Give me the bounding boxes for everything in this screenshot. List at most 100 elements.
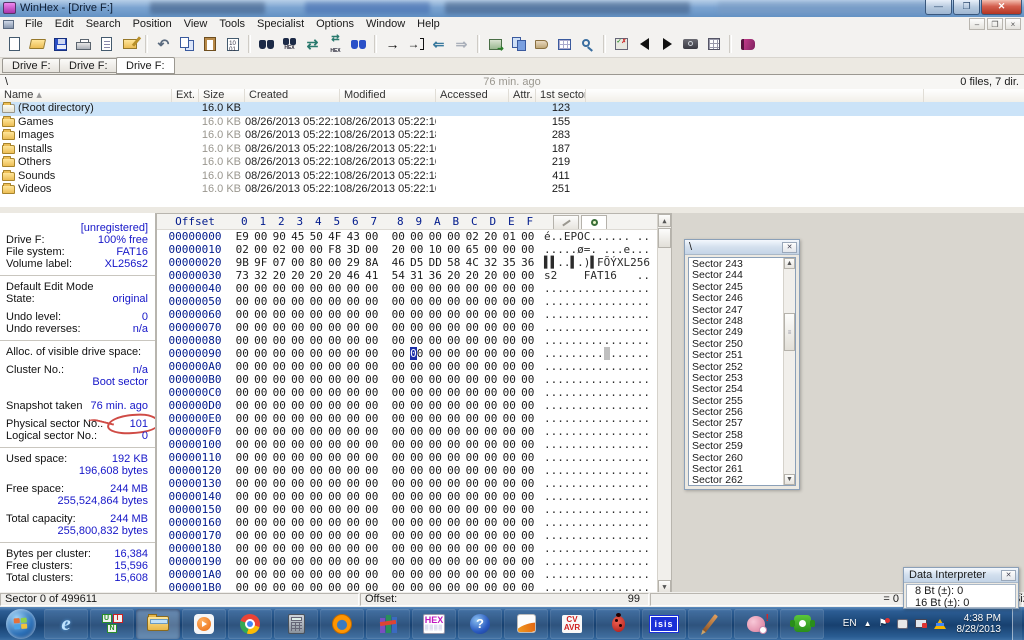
hex-byte[interactable]: 00	[408, 555, 427, 568]
hex-byte[interactable]: 00	[519, 373, 538, 386]
hex-byte[interactable]: 00	[500, 412, 519, 425]
taskbar-app-chrome[interactable]	[228, 608, 272, 639]
undo-icon[interactable]: ↶	[152, 34, 175, 55]
goto-sector-icon[interactable]: →	[404, 34, 427, 55]
view-data-icon[interactable]	[553, 34, 576, 55]
hex-byte[interactable]: 50	[307, 230, 326, 243]
hex-byte[interactable]: 00	[519, 425, 538, 438]
hex-byte[interactable]: 00	[482, 477, 501, 490]
hex-byte[interactable]: 00	[363, 438, 382, 451]
hex-byte[interactable]: 32	[482, 256, 501, 269]
hex-byte[interactable]: 00	[426, 490, 445, 503]
hex-byte[interactable]: 00	[482, 438, 501, 451]
hex-byte[interactable]: 00	[363, 308, 382, 321]
hex-byte[interactable]: 00	[270, 568, 289, 581]
hex-byte[interactable]: 00	[408, 464, 427, 477]
hex-byte[interactable]: 00	[289, 321, 308, 334]
hex-byte[interactable]: 00	[344, 568, 363, 581]
hex-byte[interactable]: 00	[500, 282, 519, 295]
hex-byte[interactable]: 00	[252, 516, 271, 529]
hex-byte[interactable]: 00	[426, 230, 445, 243]
hex-byte[interactable]: 00	[252, 529, 271, 542]
hex-byte[interactable]: 00	[326, 347, 345, 360]
hex-byte[interactable]: 02	[233, 243, 252, 256]
hex-byte[interactable]: 00	[270, 412, 289, 425]
hex-byte[interactable]: 00	[270, 282, 289, 295]
hex-ascii[interactable]: ................	[544, 295, 650, 308]
hex-byte[interactable]: 00	[445, 347, 464, 360]
taskbar-app-internet-explorer[interactable]: e	[44, 608, 88, 639]
taskbar-app-codevision-avr[interactable]: CV AVR	[550, 608, 594, 639]
hex-ascii[interactable]: s2 FAT16 ..	[544, 269, 650, 282]
hex-byte[interactable]: 00	[426, 503, 445, 516]
hex-ascii[interactable]: ................	[544, 451, 650, 464]
hex-byte[interactable]: 00	[426, 347, 445, 360]
menu-tools[interactable]: Tools	[213, 18, 251, 30]
hex-byte[interactable]: 46	[344, 269, 363, 282]
hex-byte[interactable]: 00	[233, 568, 252, 581]
hex-ascii[interactable]: .....ø=. ...e...	[544, 243, 650, 256]
hex-byte[interactable]: 00	[389, 373, 408, 386]
hex-byte[interactable]: 00	[326, 321, 345, 334]
hex-byte[interactable]: 00	[233, 555, 252, 568]
taskbar-app-help-viewer[interactable]: ?	[458, 608, 502, 639]
hex-byte[interactable]: 00	[307, 295, 326, 308]
hex-byte[interactable]: 00	[252, 321, 271, 334]
hex-byte[interactable]: 00	[363, 373, 382, 386]
show-desktop-button[interactable]	[1012, 607, 1022, 640]
hex-byte[interactable]: 00	[270, 347, 289, 360]
open-disk-icon[interactable]: ➜	[484, 34, 507, 55]
hex-byte[interactable]: 00	[389, 386, 408, 399]
hex-ascii[interactable]: ................	[544, 490, 650, 503]
hex-byte[interactable]: 00	[344, 451, 363, 464]
tab-drive-f-0[interactable]: Drive F:	[2, 58, 61, 73]
hex-byte[interactable]: 00	[389, 321, 408, 334]
hex-byte[interactable]: 00	[426, 477, 445, 490]
hex-byte[interactable]: 00	[445, 503, 464, 516]
hex-byte[interactable]: 00	[289, 529, 308, 542]
hex-byte[interactable]: 00	[445, 230, 464, 243]
hex-byte[interactable]: 00	[307, 334, 326, 347]
hex-byte[interactable]: 00	[252, 230, 271, 243]
hex-byte[interactable]: 00	[519, 321, 538, 334]
hex-byte[interactable]: 00	[408, 373, 427, 386]
hex-byte[interactable]: 80	[307, 256, 326, 269]
hex-byte[interactable]: 00	[344, 295, 363, 308]
hex-byte[interactable]: 00	[389, 451, 408, 464]
hex-byte[interactable]: 00	[344, 347, 363, 360]
minimize-button[interactable]: —	[925, 0, 952, 15]
hex-byte[interactable]: 00	[445, 399, 464, 412]
hex-byte[interactable]: 00	[233, 464, 252, 477]
hex-byte[interactable]: 00	[519, 464, 538, 477]
hex-byte[interactable]: 00	[307, 347, 326, 360]
hex-byte[interactable]: 00	[445, 243, 464, 256]
hex-byte[interactable]: 00	[252, 295, 271, 308]
hex-byte[interactable]: 00	[426, 425, 445, 438]
gather-space-icon[interactable]	[530, 34, 553, 55]
hex-byte[interactable]: 00	[426, 373, 445, 386]
hex-ascii[interactable]: ................	[544, 399, 650, 412]
hex-byte[interactable]: 20	[463, 269, 482, 282]
hex-byte[interactable]: 00	[363, 243, 382, 256]
hex-ascii[interactable]: ................	[544, 360, 650, 373]
hex-byte[interactable]: 00	[408, 230, 427, 243]
edit-pen-tab[interactable]	[553, 215, 579, 229]
hex-byte[interactable]: 00	[500, 477, 519, 490]
hex-byte[interactable]: 00	[252, 464, 271, 477]
hex-byte[interactable]: 00	[445, 490, 464, 503]
hex-byte[interactable]: 00	[270, 529, 289, 542]
hex-byte[interactable]: 10	[426, 243, 445, 256]
hex-byte[interactable]: 00	[289, 464, 308, 477]
hex-byte[interactable]: 00	[482, 295, 501, 308]
hex-byte[interactable]: 00	[344, 373, 363, 386]
hex-byte[interactable]: 00	[270, 503, 289, 516]
hex-byte[interactable]: 00	[426, 451, 445, 464]
hex-byte[interactable]: 00	[326, 399, 345, 412]
hex-byte[interactable]: 00	[307, 555, 326, 568]
hex-byte[interactable]: 00	[307, 516, 326, 529]
hex-byte[interactable]: 00	[408, 529, 427, 542]
register-view-icon[interactable]	[702, 34, 725, 55]
hex-byte[interactable]: 00	[426, 334, 445, 347]
hex-byte[interactable]: 00	[445, 308, 464, 321]
hex-byte[interactable]: 20	[289, 269, 308, 282]
